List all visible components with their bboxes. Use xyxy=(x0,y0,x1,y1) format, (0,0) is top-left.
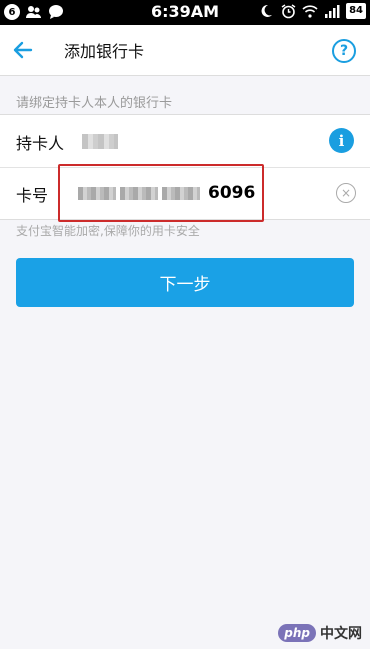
clear-glyph: × xyxy=(340,186,352,200)
wifi-icon xyxy=(302,3,318,19)
signal-bars-icon xyxy=(324,3,340,19)
card-number-row: 卡号 6096 × xyxy=(0,167,370,219)
watermark: php 中文网 xyxy=(278,623,362,643)
cardholder-name-masked xyxy=(82,134,118,149)
watermark-site: 中文网 xyxy=(320,626,362,642)
masked-digits xyxy=(120,186,158,200)
cardholder-row: 持卡人 i xyxy=(0,115,370,168)
moon-icon xyxy=(258,3,274,19)
clear-icon[interactable]: × xyxy=(336,183,356,203)
watermark-logo: php xyxy=(278,624,316,642)
masked-digits xyxy=(162,186,200,200)
page-title: 添加银行卡 xyxy=(64,42,145,61)
cardholder-label: 持卡人 xyxy=(16,134,65,153)
next-step-button[interactable]: 下一步 xyxy=(16,258,354,307)
card-number-label: 卡号 xyxy=(16,186,49,205)
security-note: 支付宝智能加密,保障你的用卡安全 xyxy=(16,224,200,238)
status-bar: 6 6:39AM 84 xyxy=(0,0,370,25)
nav-bar: 添加银行卡 ? xyxy=(0,25,370,76)
card-form: 持卡人 i 卡号 6096 × xyxy=(0,114,370,220)
alarm-clock-icon xyxy=(280,3,296,19)
help-button[interactable]: ? xyxy=(332,39,356,63)
status-right: 84 xyxy=(258,3,366,19)
battery-level: 84 xyxy=(346,3,366,19)
card-number-input[interactable]: 6096 xyxy=(78,179,255,207)
back-button[interactable] xyxy=(8,35,38,65)
bind-card-hint: 请绑定持卡人本人的银行卡 xyxy=(16,96,173,111)
info-icon[interactable]: i xyxy=(329,128,354,153)
question-mark-icon: ? xyxy=(339,43,349,59)
back-arrow-icon xyxy=(13,41,33,59)
info-glyph: i xyxy=(338,131,345,150)
masked-digits xyxy=(78,186,116,200)
card-number-tail: 6096 xyxy=(208,183,256,203)
